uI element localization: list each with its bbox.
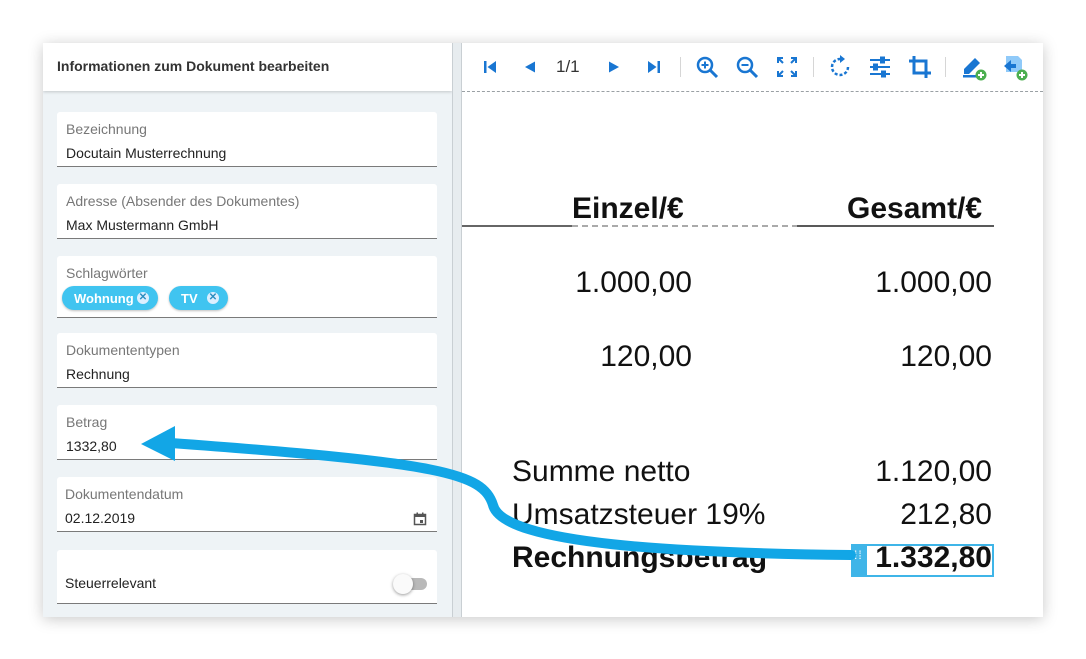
annotation-arrow [141,426,856,560]
app-window: Informationen zum Dokument bearbeiten Be… [43,43,1043,617]
